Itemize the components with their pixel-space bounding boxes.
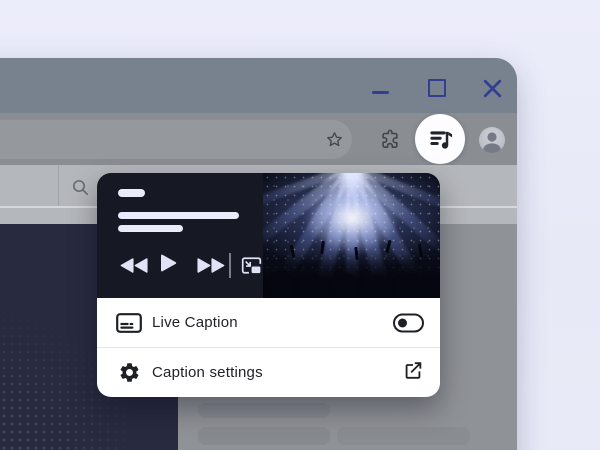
live-caption-icon — [115, 313, 143, 333]
live-caption-toggle[interactable] — [393, 313, 424, 332]
page-skeleton-bar — [198, 427, 330, 445]
controls-separator — [229, 253, 231, 278]
gear-icon — [115, 361, 143, 384]
search-icon — [71, 178, 90, 197]
avatar[interactable] — [479, 127, 505, 153]
media-controls-button[interactable] — [415, 114, 465, 164]
star-icon[interactable] — [324, 129, 345, 150]
window-titlebar — [0, 58, 517, 113]
rewind-icon[interactable] — [120, 258, 148, 273]
fast-forward-icon[interactable] — [197, 258, 225, 273]
screenshot-stage: Live Caption Caption settings — [0, 0, 600, 450]
media-player-card — [97, 173, 440, 298]
text-skeleton-line — [118, 225, 183, 232]
address-bar[interactable] — [0, 120, 352, 159]
extension-icon[interactable] — [379, 128, 401, 150]
minimize-icon[interactable] — [372, 91, 389, 94]
open-in-new-icon[interactable] — [402, 359, 424, 386]
caption-menu: Live Caption Caption settings — [97, 298, 440, 397]
text-skeleton-line — [118, 212, 239, 219]
album-artwork-concert — [263, 173, 440, 298]
close-icon[interactable] — [482, 78, 503, 99]
caption-settings-label: Caption settings — [152, 364, 263, 381]
live-caption-label: Live Caption — [152, 314, 238, 331]
header-divider — [58, 165, 59, 206]
title-skeleton-line — [118, 189, 145, 197]
media-controls-popup: Live Caption Caption settings — [97, 173, 440, 397]
pip-icon[interactable] — [240, 255, 263, 276]
browser-toolbar — [0, 113, 517, 165]
live-caption-row[interactable]: Live Caption — [97, 298, 440, 347]
media-controls-icon — [427, 126, 454, 153]
page-skeleton-bar — [337, 427, 470, 445]
page-skeleton-bar — [198, 403, 330, 418]
crowd-silhouette — [263, 244, 440, 298]
toggle-knob — [398, 318, 407, 327]
caption-settings-row[interactable]: Caption settings — [97, 348, 440, 397]
maximize-icon[interactable] — [428, 79, 446, 97]
play-icon[interactable] — [160, 254, 177, 272]
